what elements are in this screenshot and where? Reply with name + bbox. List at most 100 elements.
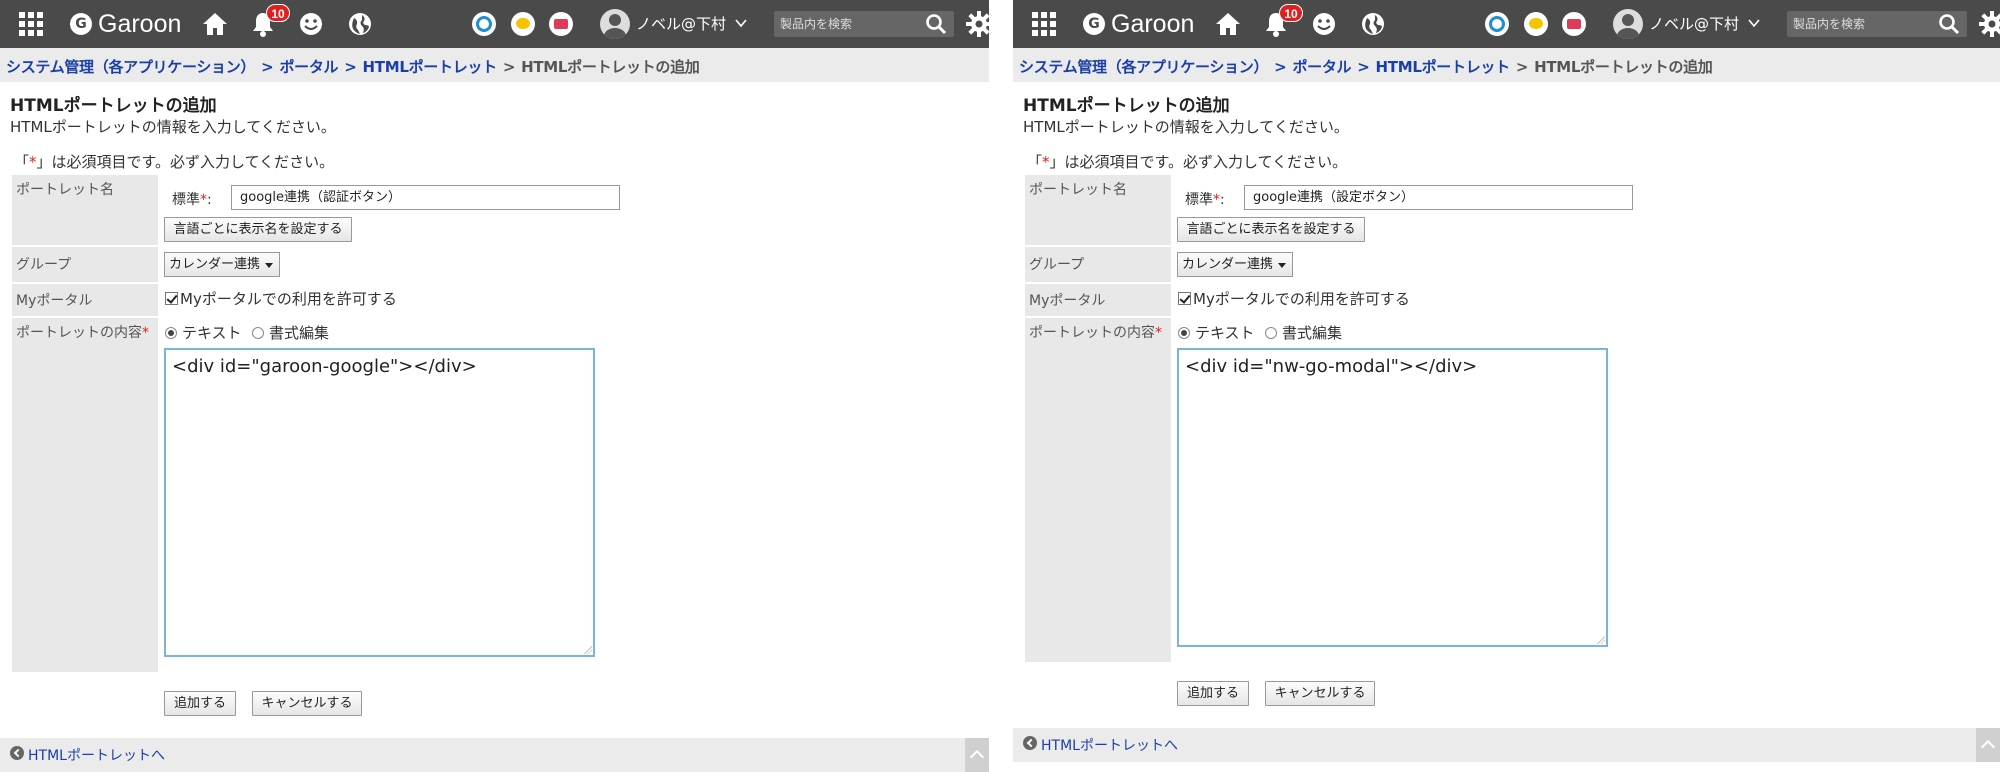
group-select-value: カレンダー連携 bbox=[1182, 257, 1274, 272]
resize-grip-icon[interactable] bbox=[1597, 636, 1605, 644]
group-select[interactable]: カレンダー連携 bbox=[1177, 252, 1293, 277]
breadcrumb-portal-link[interactable]: ポータル bbox=[279, 58, 338, 76]
group-select[interactable]: カレンダー連携 bbox=[164, 252, 280, 277]
format-edit-radio-label[interactable]: 書式編集 bbox=[269, 322, 329, 343]
notification-badge: 10 bbox=[1279, 4, 1303, 22]
add-button[interactable]: 追加する bbox=[164, 691, 236, 716]
cancel-button[interactable]: キャンセルする bbox=[252, 691, 362, 716]
garoon-logo[interactable]: G Garoon bbox=[70, 9, 181, 39]
content-textarea[interactable]: <div id="nw-go-modal"></div> bbox=[1177, 348, 1608, 647]
breadcrumb-html-portlet-link[interactable]: HTMLポートレット bbox=[1376, 58, 1511, 76]
chat-yellow-icon[interactable] bbox=[511, 12, 535, 36]
breadcrumb-portal-link[interactable]: ポータル bbox=[1292, 58, 1351, 76]
text-radio-label[interactable]: テキスト bbox=[182, 322, 242, 343]
format-edit-radio-label[interactable]: 書式編集 bbox=[1282, 322, 1342, 343]
back-to-html-portlet-link[interactable]: HTMLポートレットへ bbox=[28, 745, 165, 765]
page-title: HTMLポートレットの追加 bbox=[1023, 96, 1230, 116]
breadcrumb-html-portlet-link[interactable]: HTMLポートレット bbox=[363, 58, 498, 76]
search-input[interactable] bbox=[780, 11, 920, 37]
row-divider bbox=[1025, 282, 1171, 284]
gear-icon[interactable] bbox=[965, 10, 989, 38]
group-select-value: カレンダー連携 bbox=[169, 257, 261, 272]
globe-icon[interactable] bbox=[345, 9, 375, 39]
back-to-html-portlet-link[interactable]: HTMLポートレットへ bbox=[1041, 735, 1178, 755]
breadcrumb-separator: > bbox=[261, 58, 274, 76]
resize-grip-icon[interactable] bbox=[584, 646, 592, 654]
breadcrumb-separator: > bbox=[1357, 58, 1370, 76]
user-icon[interactable] bbox=[1613, 9, 1643, 39]
myportal-checkbox-label[interactable]: Myポータルでの利用を許可する bbox=[1193, 288, 1410, 309]
apps-grid-icon[interactable] bbox=[16, 9, 46, 39]
circle-blue-icon[interactable] bbox=[472, 12, 496, 36]
breadcrumb: システム管理（各アプリケーション） > ポータル > HTMLポートレット > HTMLポー… bbox=[0, 48, 989, 82]
footer-bar: HTMLポートレットへ bbox=[0, 738, 989, 772]
search-icon[interactable] bbox=[924, 13, 948, 35]
label-column bbox=[12, 175, 158, 672]
user-name[interactable]: ノベル@下村 bbox=[1649, 13, 1739, 34]
breadcrumb-separator: > bbox=[1515, 58, 1529, 76]
breadcrumb-separator: > bbox=[502, 58, 516, 76]
home-icon[interactable] bbox=[1213, 9, 1243, 39]
group-label: グループ bbox=[1029, 257, 1085, 273]
top-bar: G Garoon 10 ノベル@下村 bbox=[1013, 0, 2000, 48]
portlet-name-input[interactable]: google連携（設定ボタン） bbox=[1244, 185, 1633, 210]
garoon-logo-text: Garoon bbox=[1111, 9, 1195, 38]
mail-red-icon[interactable] bbox=[1562, 12, 1586, 36]
left-panel: G Garoon 10 ノベル@下村 製品内を検索 システム管理（各アプリケーシ… bbox=[0, 0, 989, 772]
user-icon[interactable] bbox=[600, 9, 630, 39]
content-label: ポートレットの内容* bbox=[16, 325, 149, 341]
chat-yellow-icon[interactable] bbox=[1524, 12, 1548, 36]
back-arrow-icon[interactable] bbox=[10, 746, 24, 760]
portlet-name-label: ポートレット名 bbox=[16, 182, 114, 198]
garoon-logo[interactable]: G Garoon bbox=[1083, 9, 1194, 39]
myportal-checkbox[interactable] bbox=[165, 292, 178, 305]
myportal-label: Myポータル bbox=[1029, 293, 1106, 309]
right-panel: G Garoon 10 ノベル@下村 製品内を検索 システム管理（各アプリケーシ… bbox=[1013, 0, 2000, 772]
content-textarea[interactable]: <div id="garoon-google"></div> bbox=[164, 348, 595, 657]
search-input[interactable] bbox=[1793, 11, 1933, 37]
smile-icon[interactable] bbox=[1309, 9, 1339, 39]
page-title: HTMLポートレットの追加 bbox=[10, 96, 217, 116]
globe-icon[interactable] bbox=[1358, 9, 1388, 39]
search-box bbox=[1787, 11, 1967, 37]
notification-badge: 10 bbox=[266, 4, 290, 22]
mail-red-icon[interactable] bbox=[549, 12, 573, 36]
lang-display-name-button[interactable]: 言語ごとに表示名を設定する bbox=[164, 217, 352, 242]
breadcrumb-system-link[interactable]: システム管理（各アプリケーション） bbox=[1019, 58, 1268, 76]
group-label: グループ bbox=[16, 257, 72, 273]
gear-icon[interactable] bbox=[1978, 10, 2000, 38]
cancel-button[interactable]: キャンセルする bbox=[1265, 681, 1375, 706]
text-radio-label[interactable]: テキスト bbox=[1195, 322, 1255, 343]
search-icon[interactable] bbox=[1937, 13, 1961, 35]
breadcrumb: システム管理（各アプリケーション） > ポータル > HTMLポートレット > HTMLポー… bbox=[1013, 48, 2000, 82]
breadcrumb-current: HTMLポートレットの追加 bbox=[521, 58, 700, 76]
user-name[interactable]: ノベル@下村 bbox=[636, 13, 726, 34]
smile-icon[interactable] bbox=[296, 9, 326, 39]
top-bar: G Garoon 10 ノベル@下村 bbox=[0, 0, 989, 48]
row-divider bbox=[12, 316, 158, 318]
myportal-label: Myポータル bbox=[16, 293, 93, 309]
breadcrumb-current: HTMLポートレットの追加 bbox=[1534, 58, 1713, 76]
chevron-down-icon[interactable] bbox=[1746, 15, 1762, 31]
circle-blue-icon[interactable] bbox=[1485, 12, 1509, 36]
apps-grid-icon[interactable] bbox=[1029, 9, 1059, 39]
breadcrumb-system-link[interactable]: システム管理（各アプリケーション） bbox=[6, 58, 255, 76]
format-edit-radio[interactable] bbox=[252, 327, 264, 339]
scroll-top-button[interactable] bbox=[1976, 728, 2000, 762]
lang-display-name-button[interactable]: 言語ごとに表示名を設定する bbox=[1177, 217, 1365, 242]
portlet-name-input[interactable]: google連携（認証ボタン） bbox=[231, 185, 620, 210]
page-description: HTMLポートレットの情報を入力してください。 bbox=[1023, 118, 1349, 136]
text-radio[interactable] bbox=[165, 327, 177, 339]
back-arrow-icon[interactable] bbox=[1023, 736, 1037, 750]
myportal-checkbox[interactable] bbox=[1178, 292, 1191, 305]
standard-label: 標準*: bbox=[1185, 192, 1225, 208]
myportal-checkbox-label[interactable]: Myポータルでの利用を許可する bbox=[180, 288, 397, 309]
home-icon[interactable] bbox=[200, 9, 230, 39]
required-note: 「*」は必須項目です。必ず入力してください。 bbox=[1027, 153, 1348, 171]
format-edit-radio[interactable] bbox=[1265, 327, 1277, 339]
chevron-down-icon[interactable] bbox=[733, 15, 749, 31]
row-divider bbox=[1025, 245, 1171, 247]
text-radio[interactable] bbox=[1178, 327, 1190, 339]
scroll-top-button[interactable] bbox=[965, 738, 989, 772]
add-button[interactable]: 追加する bbox=[1177, 681, 1249, 706]
